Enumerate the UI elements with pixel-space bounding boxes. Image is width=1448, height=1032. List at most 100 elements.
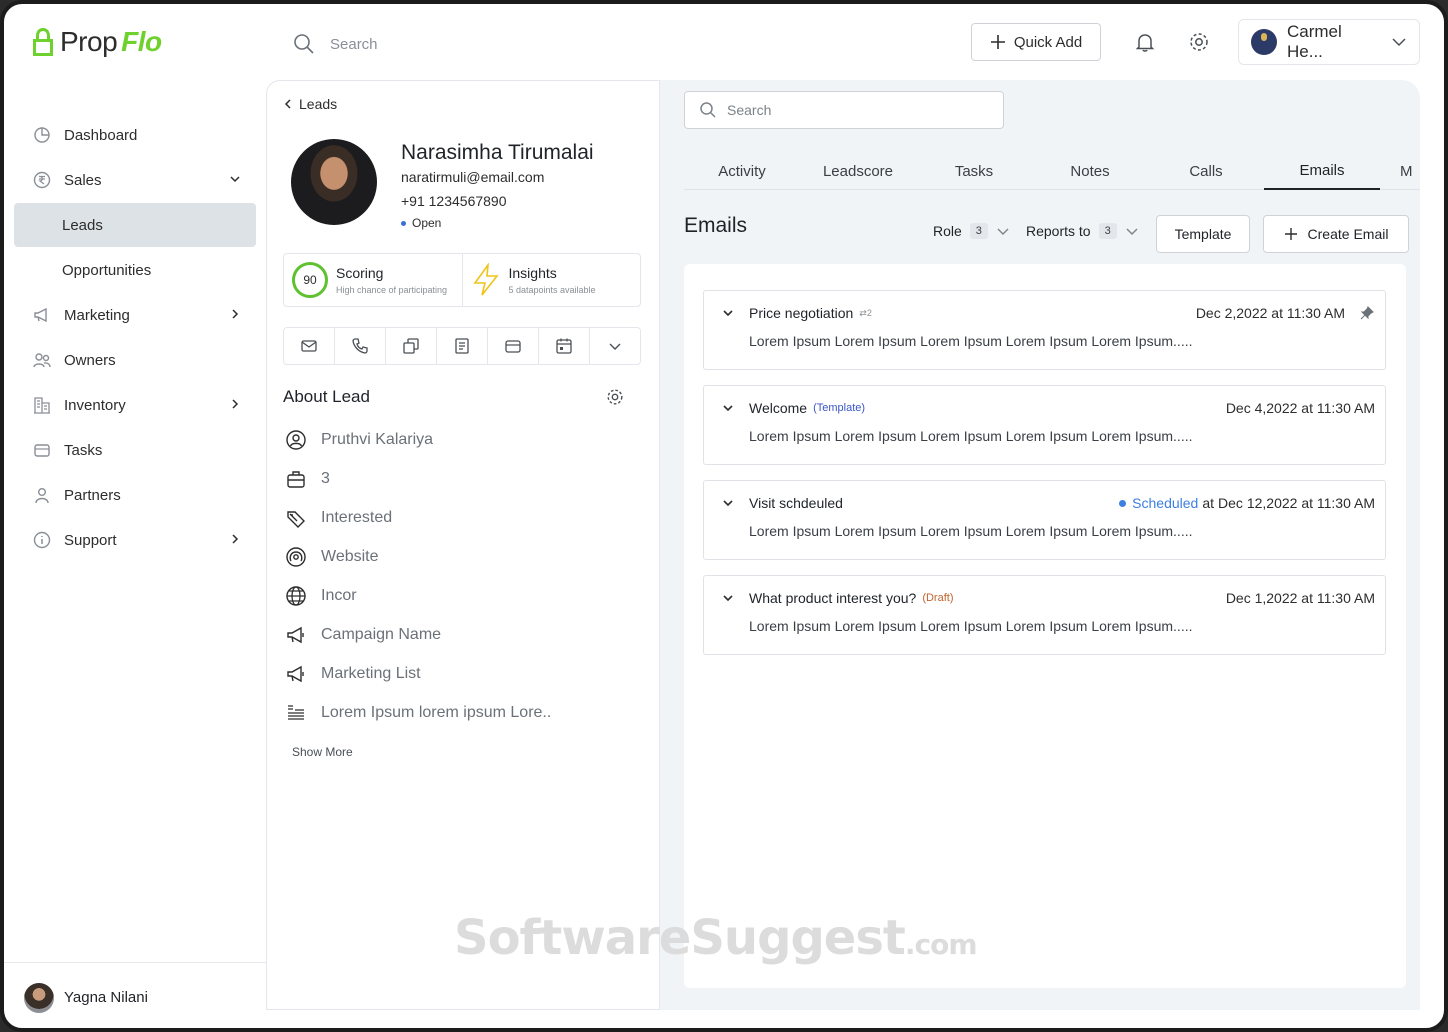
- schedule-button[interactable]: [538, 328, 589, 364]
- email-subject-line: Visit schdeuled: [749, 495, 843, 511]
- template-label: Template: [1174, 226, 1232, 242]
- propflo-logo[interactable]: Prop Flo: [30, 26, 162, 58]
- sidebar-item-inventory[interactable]: Inventory: [14, 383, 256, 427]
- chevron-down-icon: [609, 343, 621, 350]
- phone-icon: [352, 338, 368, 354]
- about-marketing-list: Marketing List: [285, 663, 421, 685]
- sidebar-item-marketing[interactable]: Marketing: [14, 293, 256, 337]
- email-item[interactable]: Welcome (Template) Dec 4,2022 at 11:30 A…: [703, 385, 1386, 465]
- user-menu[interactable]: Carmel He...: [1238, 19, 1420, 65]
- back-to-leads-link[interactable]: Leads: [283, 96, 337, 112]
- bell-icon[interactable]: [1133, 30, 1157, 54]
- template-button[interactable]: Template: [1156, 215, 1250, 253]
- broadcast-icon: [286, 547, 306, 567]
- tab-calls[interactable]: Calls: [1148, 152, 1264, 190]
- megaphone-icon: [287, 665, 304, 683]
- chevron-down-icon[interactable]: [722, 307, 734, 319]
- lead-email[interactable]: naratirmuli@email.com: [401, 169, 544, 185]
- chevron-down-icon[interactable]: [722, 402, 734, 414]
- tab-activity[interactable]: Activity: [684, 152, 800, 190]
- email-date: Dec 12,2022 at 11:30 AM: [1218, 495, 1375, 511]
- more-actions-button[interactable]: [589, 328, 640, 364]
- task-button[interactable]: [487, 328, 538, 364]
- info-icon: [33, 531, 51, 549]
- chevron-down-icon[interactable]: [722, 497, 734, 509]
- email-date-line: Dec 4,2022 at 11:30 AM: [1226, 400, 1375, 416]
- gear-icon[interactable]: [605, 387, 625, 407]
- folder-icon: [34, 444, 50, 457]
- calendar-icon: [556, 338, 572, 354]
- gear-icon[interactable]: [1187, 30, 1211, 54]
- global-search[interactable]: Search: [292, 32, 378, 56]
- sidebar-item-leads[interactable]: Leads: [14, 203, 256, 247]
- tab-leadscore[interactable]: Leadscore: [800, 152, 916, 190]
- tab-notes[interactable]: Notes: [1032, 152, 1148, 190]
- reports-to-filter[interactable]: Reports to 3: [1026, 223, 1139, 239]
- scoring-section[interactable]: 90 Scoring High chance of participating: [284, 254, 462, 306]
- lead-phone[interactable]: +91 1234567890: [401, 193, 507, 209]
- chevron-right-icon: [232, 534, 239, 544]
- lead-name: Narasimha Tirumalai: [401, 141, 594, 164]
- chevron-down-icon: [1392, 38, 1406, 47]
- chevron-left-icon: [284, 99, 291, 109]
- emails-search-input[interactable]: Search: [684, 91, 1004, 129]
- sidebar-item-sales[interactable]: Sales: [14, 158, 256, 202]
- about-lead-title: About Lead: [283, 387, 370, 406]
- email-preview: Lorem Ipsum Lorem Ipsum Lorem Ipsum Lore…: [749, 333, 1193, 349]
- about-company: Incor: [285, 585, 357, 607]
- email-item[interactable]: Visit schdeuled Scheduled at Dec 12,2022…: [703, 480, 1386, 560]
- sidebar-footer-user[interactable]: Yagna Nilani: [4, 962, 266, 1028]
- sidebar-item-label: Inventory: [64, 396, 126, 414]
- sidebar-item-support[interactable]: Support: [14, 518, 256, 562]
- about-campaign: Campaign Name: [285, 624, 441, 646]
- thread-count: 2: [866, 307, 872, 318]
- lead-details-panel: Leads Narasimha Tirumalai naratirmuli@em…: [266, 80, 660, 1010]
- about-value: Marketing List: [321, 665, 421, 682]
- sidebar-item-label: Tasks: [64, 441, 103, 459]
- email-subject-line: What product interest you? (Draft): [749, 590, 953, 606]
- tab-emails[interactable]: Emails: [1264, 152, 1380, 190]
- sidebar-item-dashboard[interactable]: Dashboard: [14, 113, 256, 157]
- copy-button[interactable]: [385, 328, 436, 364]
- sidebar-item-owners[interactable]: Owners: [14, 338, 256, 382]
- email-date: Dec 1,2022 at 11:30 AM: [1225, 590, 1375, 606]
- email-preview: Lorem Ipsum Lorem Ipsum Lorem Ipsum Lore…: [749, 428, 1193, 444]
- about-value: Campaign Name: [321, 626, 442, 643]
- sidebar-item-opportunities[interactable]: Opportunities: [14, 248, 256, 292]
- sidebar-item-tasks[interactable]: Tasks: [14, 428, 256, 472]
- send-email-button[interactable]: [284, 328, 334, 364]
- briefcase-icon: [287, 471, 305, 488]
- chevron-down-icon: [230, 176, 240, 183]
- tag-icon: [287, 511, 305, 528]
- chevron-down-icon[interactable]: [722, 592, 734, 604]
- chevron-right-icon: [232, 309, 239, 319]
- emails-heading: Emails: [684, 214, 748, 237]
- lead-tabs: Activity Leadscore Tasks Notes Calls Ema…: [684, 152, 1420, 190]
- email-date-line: Dec 1,2022 at 11:30 AM: [1226, 590, 1375, 606]
- template-tag: (Template): [813, 402, 866, 414]
- lead-status: Open: [401, 216, 441, 230]
- filter-count: 3: [969, 223, 988, 239]
- email-item[interactable]: Price negotiation ⇄2 Dec 2,2022 at 11:30…: [703, 290, 1386, 370]
- quick-add-button[interactable]: Quick Add: [971, 23, 1101, 61]
- about-value: Website: [321, 548, 379, 565]
- score-ring: 90: [292, 262, 328, 298]
- note-button[interactable]: [436, 328, 487, 364]
- show-more-link[interactable]: Show More: [292, 745, 353, 759]
- tab-more[interactable]: M: [1380, 152, 1420, 190]
- insights-title: Insights: [508, 265, 557, 281]
- plus-icon: [1284, 228, 1297, 240]
- create-email-button[interactable]: Create Email: [1263, 215, 1409, 253]
- role-filter[interactable]: Role 3: [933, 223, 1010, 239]
- insights-section[interactable]: Insights 5 datapoints available: [461, 254, 641, 306]
- email-item[interactable]: What product interest you? (Draft) Dec 1…: [703, 575, 1386, 655]
- pie-chart-icon: [34, 127, 50, 143]
- call-button[interactable]: [334, 328, 385, 364]
- tab-tasks[interactable]: Tasks: [916, 152, 1032, 190]
- about-value: Interested: [321, 509, 393, 526]
- sidebar-item-label: Partners: [64, 486, 121, 504]
- sidebar-item-partners[interactable]: Partners: [14, 473, 256, 517]
- pin-icon[interactable]: [1359, 305, 1375, 321]
- email-date: Dec 4,2022 at 11:30 AM: [1225, 400, 1375, 416]
- status-dot: [401, 220, 406, 226]
